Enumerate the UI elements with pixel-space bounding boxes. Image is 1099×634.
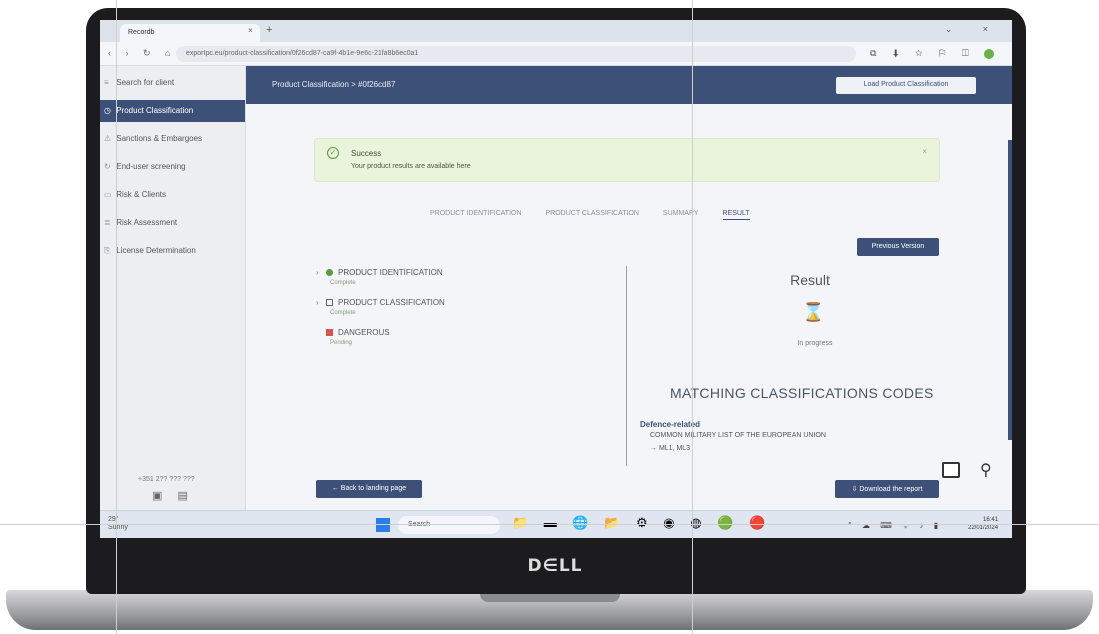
- ml-code[interactable]: → ML1, ML3: [650, 445, 690, 452]
- screen-share-icon[interactable]: [942, 462, 960, 478]
- tab-product-identification[interactable]: PRODUCT IDENTIFICATION: [430, 210, 522, 217]
- brand-logo: D∈LL: [527, 556, 583, 576]
- tree-item-label: PRODUCT IDENTIFICATION: [338, 268, 443, 277]
- zoom-icon[interactable]: ⚲: [980, 460, 992, 480]
- flag-icon: [326, 329, 333, 336]
- tree-item-dangerous[interactable]: DANGEROUS Pending: [316, 326, 616, 356]
- alert-close-icon[interactable]: ×: [922, 147, 927, 156]
- result-title: Result: [790, 272, 830, 288]
- tab-summary[interactable]: SUMMARY: [663, 210, 699, 217]
- address-bar[interactable]: exportpc.eu/product-classification/0f26c…: [176, 46, 856, 62]
- tree-item-label: DANGEROUS: [338, 328, 390, 337]
- tab-title: Recordb: [128, 29, 155, 36]
- classification-tree: › PRODUCT IDENTIFICATION Complete › PROD…: [316, 266, 616, 356]
- overlay-line: [0, 524, 1099, 525]
- nav-buttons-icon[interactable]: ‹ › ↻ ⌂: [108, 48, 176, 59]
- tree-item-identification[interactable]: › PRODUCT IDENTIFICATION Complete: [316, 266, 616, 296]
- sidebar-item-license[interactable]: ⎘ License Determination: [100, 240, 245, 262]
- sidebar: ≡ Search for client ◷ Product Classifica…: [100, 66, 246, 516]
- taskbar-apps-icons[interactable]: 📁 ▬ 🌐 📂 ⚙ ◉ ◍ 🟢 🔴: [512, 515, 771, 531]
- weather-text: Sunny: [108, 524, 128, 531]
- tree-item-label: PRODUCT CLASSIFICATION: [338, 298, 445, 307]
- list-name: COMMON MILITARY LIST OF THE EUROPEAN UNI…: [650, 432, 826, 439]
- scrollbar[interactable]: [1008, 140, 1012, 440]
- license-icon: ⎘: [104, 246, 111, 255]
- success-alert: ✓ Success Your product results are avail…: [314, 138, 940, 182]
- hourglass-icon: ⌛: [802, 302, 825, 322]
- page-title: Product Classification > #0f26cd87: [272, 80, 396, 89]
- new-tab-button[interactable]: +: [266, 24, 272, 36]
- tree-item-status: Complete: [330, 280, 356, 286]
- app-header: Product Classification > #0f26cd87 Load …: [246, 66, 1012, 104]
- load-classification-button[interactable]: Load Product Classification: [836, 77, 976, 94]
- sidebar-item-label: Sanctions & Embargoes: [116, 134, 203, 143]
- result-status: In progress: [797, 340, 833, 347]
- tree-item-status: Complete: [330, 310, 356, 316]
- status-square-icon: [326, 299, 333, 306]
- browser-tab[interactable]: Recordb: [120, 24, 260, 42]
- back-to-landing-button[interactable]: ← Back to landing page: [316, 480, 422, 498]
- assessment-icon: ≣: [104, 218, 111, 227]
- tab-product-classification[interactable]: PRODUCT CLASSIFICATION: [545, 210, 638, 217]
- overlay-line: [116, 0, 117, 634]
- download-report-button[interactable]: ⇩ Download the report: [835, 480, 939, 498]
- weather-temp: 29°: [108, 516, 119, 523]
- sidebar-item-risk-clients[interactable]: ▭ Risk & Clients: [100, 184, 245, 206]
- sidebar-item-label: Risk Assessment: [116, 218, 178, 227]
- tree-item-classification[interactable]: › PRODUCT CLASSIFICATION Complete: [316, 296, 616, 326]
- clock-date: 22/01/2024: [968, 525, 999, 531]
- sidebar-item-risk-assessment[interactable]: ≣ Risk Assessment: [100, 212, 245, 234]
- alert-text: Your product results are available here: [351, 163, 471, 170]
- clients-icon: ▭: [104, 190, 112, 199]
- step-tabs: PRODUCT IDENTIFICATION PRODUCT CLASSIFIC…: [430, 210, 772, 224]
- classification-icon: ◷: [104, 106, 111, 115]
- sidebar-item-label: Product Classification: [116, 106, 194, 115]
- sidebar-footer-contact: +351 2?? ??? ???: [138, 476, 195, 483]
- browser-toolbar: ‹ › ↻ ⌂ exportpc.eu/product-classificati…: [100, 42, 1012, 66]
- browser-tabbar: Recordb × + ⌄ ×: [100, 20, 1012, 42]
- vertical-divider: [626, 266, 627, 466]
- system-tray-icons[interactable]: ^ ☁ ⌨ ᯤ ♪ ▮: [848, 520, 942, 531]
- sidebar-item-product-classification[interactable]: ◷ Product Classification: [100, 100, 245, 122]
- clock-time: 16:41: [983, 517, 999, 523]
- search-icon: ≡: [104, 78, 109, 87]
- warning-icon: ⚠: [104, 134, 112, 143]
- window-controls[interactable]: ⌄ ×: [945, 24, 1002, 35]
- matching-codes-title: MATCHING CLASSIFICATIONS CODES: [670, 385, 934, 401]
- chevron-right-icon: ›: [316, 298, 319, 307]
- check-circle-icon: ✓: [327, 147, 339, 159]
- sidebar-item-label: Search for client: [116, 78, 175, 87]
- screening-icon: ↻: [104, 162, 111, 171]
- sidebar-item-sanctions[interactable]: ⚠ Sanctions & Embargoes: [100, 128, 245, 150]
- alert-title: Success: [351, 149, 382, 158]
- profile-avatar[interactable]: [984, 49, 994, 59]
- sidebar-item-label: License Determination: [116, 246, 196, 255]
- screen: Recordb × + ⌄ × ‹ › ↻ ⌂ exportpc.eu/prod…: [100, 20, 1012, 538]
- laptop-notch: [480, 594, 620, 602]
- sidebar-item-end-user[interactable]: ↻ End-user screening: [100, 156, 245, 178]
- chevron-right-icon: ›: [316, 268, 319, 277]
- extensions-icons[interactable]: ⧉ ⬇ ☆ ⚐ ◫: [870, 48, 976, 59]
- tree-item-status: Pending: [330, 340, 353, 346]
- overlay-line: [692, 0, 693, 634]
- tab-result[interactable]: RESULT: [722, 210, 750, 220]
- status-dot-icon: [326, 269, 333, 276]
- tab-close-icon[interactable]: ×: [248, 26, 253, 35]
- windows-start-icon[interactable]: [376, 518, 390, 532]
- sidebar-item-search-client[interactable]: ≡ Search for client: [100, 72, 245, 94]
- taskbar-search[interactable]: Search: [398, 516, 500, 534]
- sidebar-item-label: End-user screening: [116, 162, 186, 171]
- sidebar-footer-icons[interactable]: ▣ ▤: [152, 489, 194, 502]
- sidebar-item-label: Risk & Clients: [116, 190, 167, 199]
- previous-version-button[interactable]: Previous Version: [857, 238, 939, 256]
